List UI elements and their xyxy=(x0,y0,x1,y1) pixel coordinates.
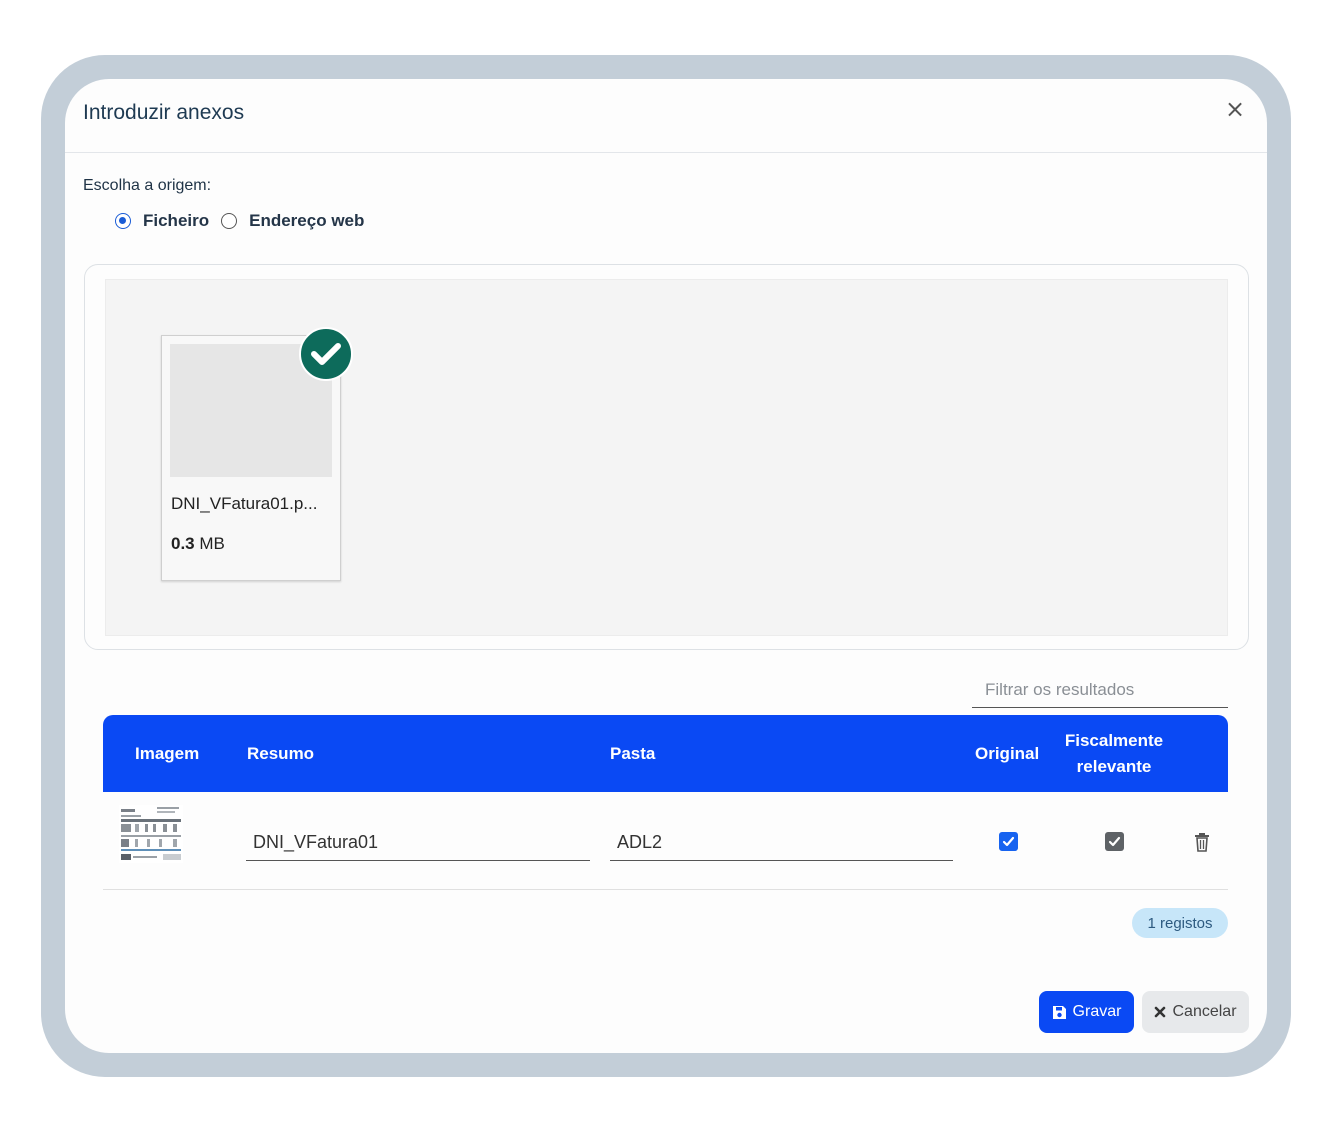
check-circle-icon xyxy=(299,327,353,381)
document-thumbnail[interactable] xyxy=(119,805,183,863)
save-button[interactable]: Gravar xyxy=(1039,991,1134,1033)
cancel-button-label: Cancelar xyxy=(1172,1003,1237,1020)
col-header-fiscal-line1: Fiscalmente xyxy=(1064,730,1164,750)
uploaded-file-card[interactable]: DNI_VFatura01.p... 0.3 MB xyxy=(161,327,353,581)
radio-endereco-web-label: Endereço web xyxy=(249,211,365,230)
trash-icon[interactable] xyxy=(1193,832,1211,852)
table-row xyxy=(103,792,1228,890)
col-header-fiscalmente-relevante: Fiscalmente relevante xyxy=(1053,715,1175,792)
fiscal-relevant-checkbox[interactable] xyxy=(1105,832,1124,851)
file-size-value: 0.3 xyxy=(171,534,195,553)
dialog-header: Introduzir anexos × xyxy=(65,79,1267,153)
filter-input[interactable] xyxy=(972,672,1228,707)
col-header-imagem: Imagem xyxy=(135,743,200,763)
pasta-field xyxy=(610,825,953,861)
file-name: DNI_VFatura01.p... xyxy=(171,494,318,513)
checkmark-icon xyxy=(1002,836,1015,847)
close-icon xyxy=(1155,1006,1166,1018)
col-header-fiscal-line2: relevante xyxy=(1076,756,1152,776)
radio-button-unchecked[interactable] xyxy=(221,213,238,229)
attachments-dialog: Introduzir anexos × Escolha a origem: Fi… xyxy=(65,79,1267,1053)
upload-area: DNI_VFatura01.p... 0.3 MB xyxy=(84,264,1249,650)
floppy-disk-icon xyxy=(1052,1005,1066,1019)
radio-button-checked[interactable] xyxy=(115,213,131,229)
origin-radio-group: Ficheiro Endereço web xyxy=(115,211,376,231)
file-size-unit: MB xyxy=(199,534,225,553)
original-checkbox[interactable] xyxy=(999,832,1018,851)
radio-ficheiro[interactable]: Ficheiro xyxy=(115,211,209,231)
dialog-title: Introduzir anexos xyxy=(83,101,245,124)
dropzone[interactable]: DNI_VFatura01.p... 0.3 MB xyxy=(105,279,1228,636)
pasta-input[interactable] xyxy=(610,825,953,860)
checkmark-icon xyxy=(1108,836,1121,847)
save-button-label: Gravar xyxy=(1072,1003,1122,1020)
cancel-button[interactable]: Cancelar xyxy=(1142,991,1249,1033)
record-count-badge: 1 registos xyxy=(1132,908,1228,938)
origin-label: Escolha a origem: xyxy=(83,177,212,194)
file-size: 0.3 MB xyxy=(171,534,225,554)
radio-ficheiro-label: Ficheiro xyxy=(143,211,210,230)
table-header: Imagem Resumo Pasta Original Fiscalmente… xyxy=(103,715,1228,792)
resumo-input[interactable] xyxy=(246,825,590,860)
close-icon[interactable]: × xyxy=(1223,97,1247,121)
filter-field xyxy=(972,672,1228,708)
radio-endereco-web[interactable]: Endereço web xyxy=(221,211,364,231)
col-header-resumo: Resumo xyxy=(247,743,315,763)
col-header-pasta: Pasta xyxy=(610,743,656,763)
resumo-field xyxy=(246,825,590,861)
col-header-original: Original xyxy=(975,743,1040,763)
